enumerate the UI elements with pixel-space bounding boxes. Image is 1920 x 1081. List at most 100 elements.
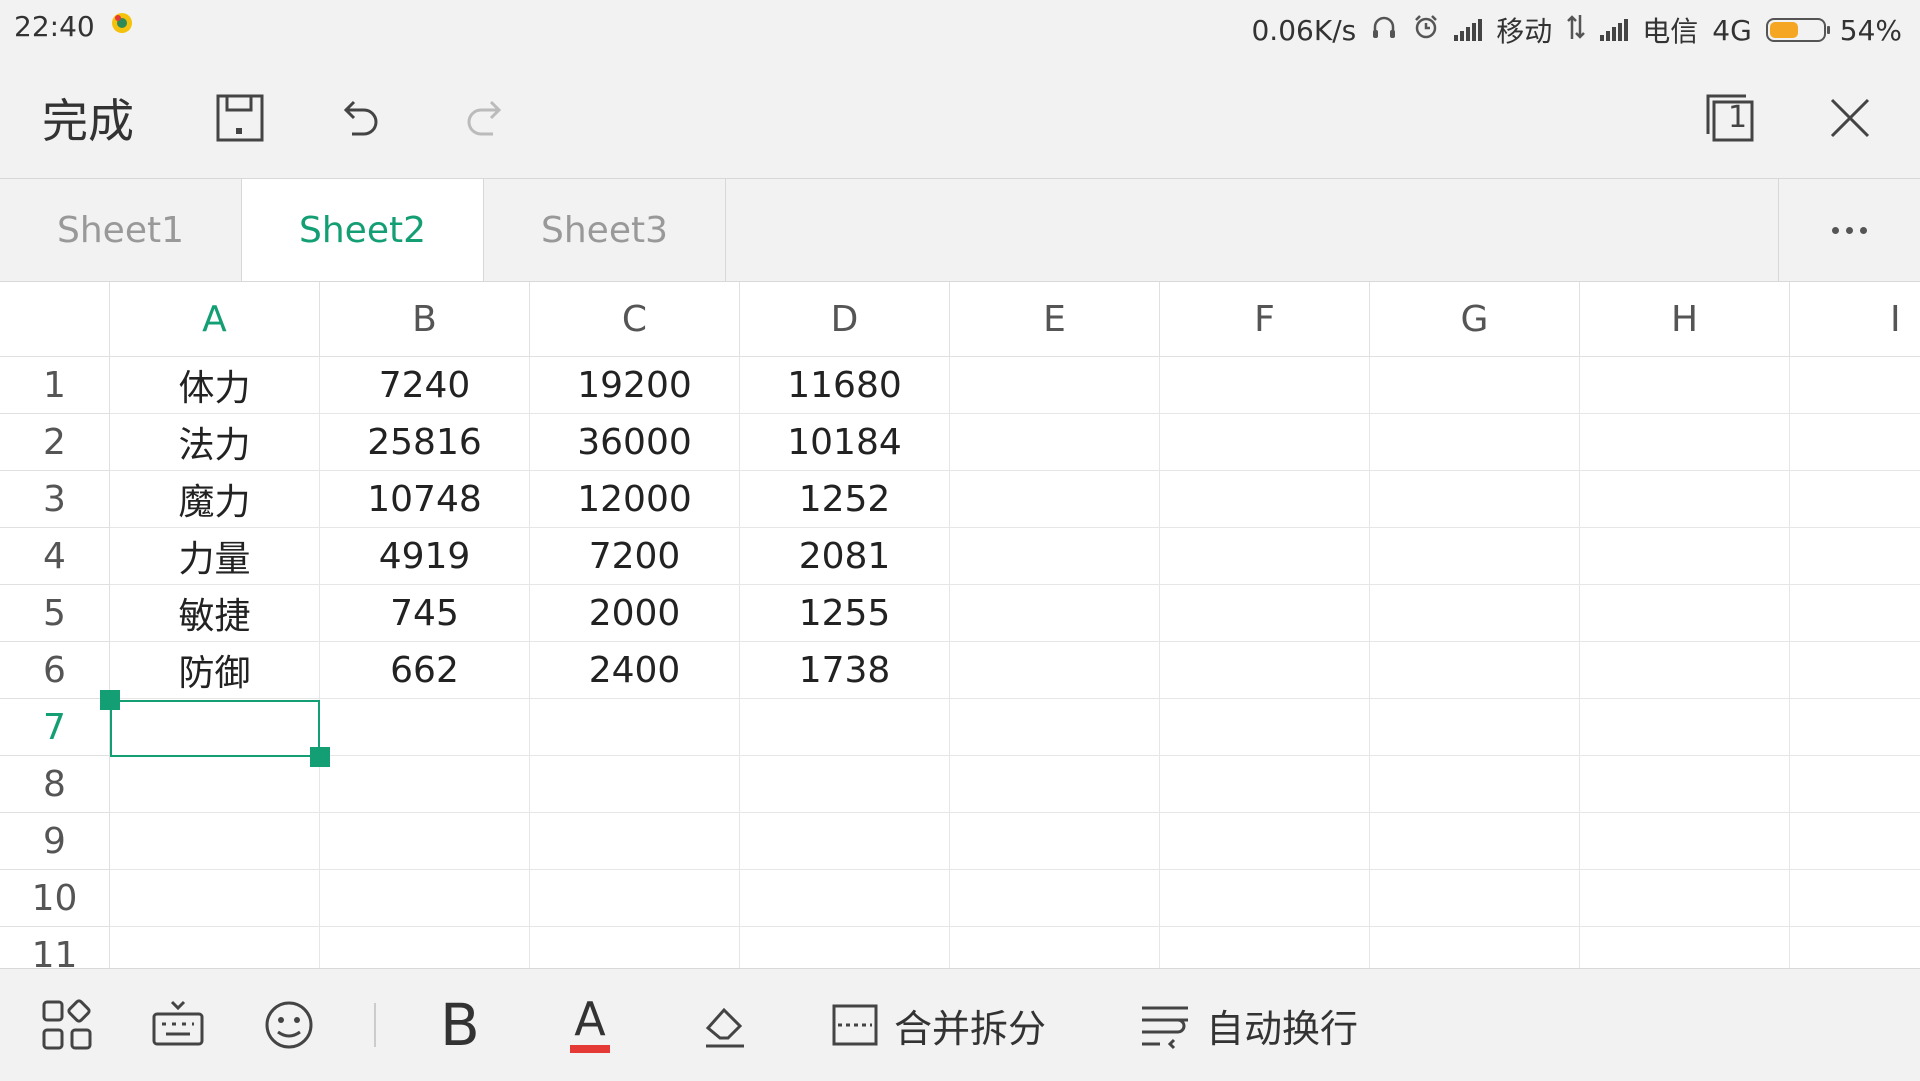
cell-g5[interactable] bbox=[1370, 585, 1580, 642]
cell-c4[interactable]: 7200 bbox=[530, 528, 740, 585]
row-header-4[interactable]: 4 bbox=[0, 528, 110, 585]
cell-b7[interactable] bbox=[320, 699, 530, 756]
cell-c5[interactable]: 2000 bbox=[530, 585, 740, 642]
row-header-5[interactable]: 5 bbox=[0, 585, 110, 642]
cell-g7[interactable] bbox=[1370, 699, 1580, 756]
cell-e1[interactable] bbox=[950, 357, 1160, 414]
cell-b3[interactable]: 10748 bbox=[320, 471, 530, 528]
font-color-button[interactable]: A bbox=[570, 991, 610, 1059]
cell-b2[interactable]: 25816 bbox=[320, 414, 530, 471]
cell-g1[interactable] bbox=[1370, 357, 1580, 414]
cell-e11[interactable] bbox=[950, 927, 1160, 968]
cell-h9[interactable] bbox=[1580, 813, 1790, 870]
cell-h11[interactable] bbox=[1580, 927, 1790, 968]
row-header-10[interactable]: 10 bbox=[0, 870, 110, 927]
cell-a10[interactable] bbox=[110, 870, 320, 927]
cell-i1[interactable] bbox=[1790, 357, 1920, 414]
emoji-button[interactable] bbox=[262, 991, 316, 1059]
cell-c8[interactable] bbox=[530, 756, 740, 813]
cell-i9[interactable] bbox=[1790, 813, 1920, 870]
cell-c6[interactable]: 2400 bbox=[530, 642, 740, 699]
cell-d11[interactable] bbox=[740, 927, 950, 968]
cell-d3[interactable]: 1252 bbox=[740, 471, 950, 528]
cell-c11[interactable] bbox=[530, 927, 740, 968]
cell-c9[interactable] bbox=[530, 813, 740, 870]
cell-e2[interactable] bbox=[950, 414, 1160, 471]
cell-d8[interactable] bbox=[740, 756, 950, 813]
cell-h8[interactable] bbox=[1580, 756, 1790, 813]
row-header-9[interactable]: 9 bbox=[0, 813, 110, 870]
column-header-g[interactable]: G bbox=[1370, 282, 1580, 357]
clear-format-button[interactable] bbox=[698, 991, 752, 1059]
column-header-i[interactable]: I bbox=[1790, 282, 1920, 357]
cell-g9[interactable] bbox=[1370, 813, 1580, 870]
cell-d6[interactable]: 1738 bbox=[740, 642, 950, 699]
cell-i11[interactable] bbox=[1790, 927, 1920, 968]
cell-e9[interactable] bbox=[950, 813, 1160, 870]
cell-i5[interactable] bbox=[1790, 585, 1920, 642]
cell-e3[interactable] bbox=[950, 471, 1160, 528]
cell-d9[interactable] bbox=[740, 813, 950, 870]
undo-button[interactable] bbox=[330, 82, 390, 154]
column-header-c[interactable]: C bbox=[530, 282, 740, 357]
cell-c3[interactable]: 12000 bbox=[530, 471, 740, 528]
cell-b8[interactable] bbox=[320, 756, 530, 813]
cell-g10[interactable] bbox=[1370, 870, 1580, 927]
cell-g6[interactable] bbox=[1370, 642, 1580, 699]
cell-f5[interactable] bbox=[1160, 585, 1370, 642]
cell-f6[interactable] bbox=[1160, 642, 1370, 699]
cell-d7[interactable] bbox=[740, 699, 950, 756]
page-switch-button[interactable]: 1 bbox=[1700, 82, 1760, 154]
row-header-8[interactable]: 8 bbox=[0, 756, 110, 813]
cell-a7[interactable] bbox=[110, 699, 320, 756]
cell-h5[interactable] bbox=[1580, 585, 1790, 642]
cell-d5[interactable]: 1255 bbox=[740, 585, 950, 642]
cell-f11[interactable] bbox=[1160, 927, 1370, 968]
cell-f7[interactable] bbox=[1160, 699, 1370, 756]
redo-button[interactable] bbox=[455, 82, 515, 154]
cell-c7[interactable] bbox=[530, 699, 740, 756]
cell-a11[interactable] bbox=[110, 927, 320, 968]
cell-g4[interactable] bbox=[1370, 528, 1580, 585]
cell-i7[interactable] bbox=[1790, 699, 1920, 756]
cell-a4[interactable]: 力量 bbox=[110, 528, 320, 585]
cell-h2[interactable] bbox=[1580, 414, 1790, 471]
merge-split-button[interactable]: 合并拆分 bbox=[830, 991, 1046, 1059]
cell-a9[interactable] bbox=[110, 813, 320, 870]
save-button[interactable] bbox=[210, 82, 270, 154]
row-header-7[interactable]: 7 bbox=[0, 699, 110, 756]
cell-h3[interactable] bbox=[1580, 471, 1790, 528]
cell-b4[interactable]: 4919 bbox=[320, 528, 530, 585]
cell-b1[interactable]: 7240 bbox=[320, 357, 530, 414]
cell-g11[interactable] bbox=[1370, 927, 1580, 968]
cell-g2[interactable] bbox=[1370, 414, 1580, 471]
cell-f2[interactable] bbox=[1160, 414, 1370, 471]
column-header-e[interactable]: E bbox=[950, 282, 1160, 357]
done-button[interactable]: 完成 bbox=[42, 82, 134, 154]
column-header-f[interactable]: F bbox=[1160, 282, 1370, 357]
cell-f3[interactable] bbox=[1160, 471, 1370, 528]
cell-e7[interactable] bbox=[950, 699, 1160, 756]
cell-f1[interactable] bbox=[1160, 357, 1370, 414]
cell-i3[interactable] bbox=[1790, 471, 1920, 528]
cell-h7[interactable] bbox=[1580, 699, 1790, 756]
row-header-3[interactable]: 3 bbox=[0, 471, 110, 528]
cell-d10[interactable] bbox=[740, 870, 950, 927]
cell-c2[interactable]: 36000 bbox=[530, 414, 740, 471]
column-header-h[interactable]: H bbox=[1580, 282, 1790, 357]
cell-h1[interactable] bbox=[1580, 357, 1790, 414]
cell-h6[interactable] bbox=[1580, 642, 1790, 699]
cell-h4[interactable] bbox=[1580, 528, 1790, 585]
more-options-button[interactable] bbox=[1778, 179, 1920, 281]
cell-i4[interactable] bbox=[1790, 528, 1920, 585]
cell-e5[interactable] bbox=[950, 585, 1160, 642]
cell-e8[interactable] bbox=[950, 756, 1160, 813]
bold-button[interactable]: B bbox=[440, 991, 480, 1059]
cell-c1[interactable]: 19200 bbox=[530, 357, 740, 414]
column-header-d[interactable]: D bbox=[740, 282, 950, 357]
cell-b9[interactable] bbox=[320, 813, 530, 870]
close-button[interactable] bbox=[1820, 82, 1880, 154]
tab-sheet3[interactable]: Sheet3 bbox=[484, 179, 726, 281]
cell-h10[interactable] bbox=[1580, 870, 1790, 927]
row-header-1[interactable]: 1 bbox=[0, 357, 110, 414]
